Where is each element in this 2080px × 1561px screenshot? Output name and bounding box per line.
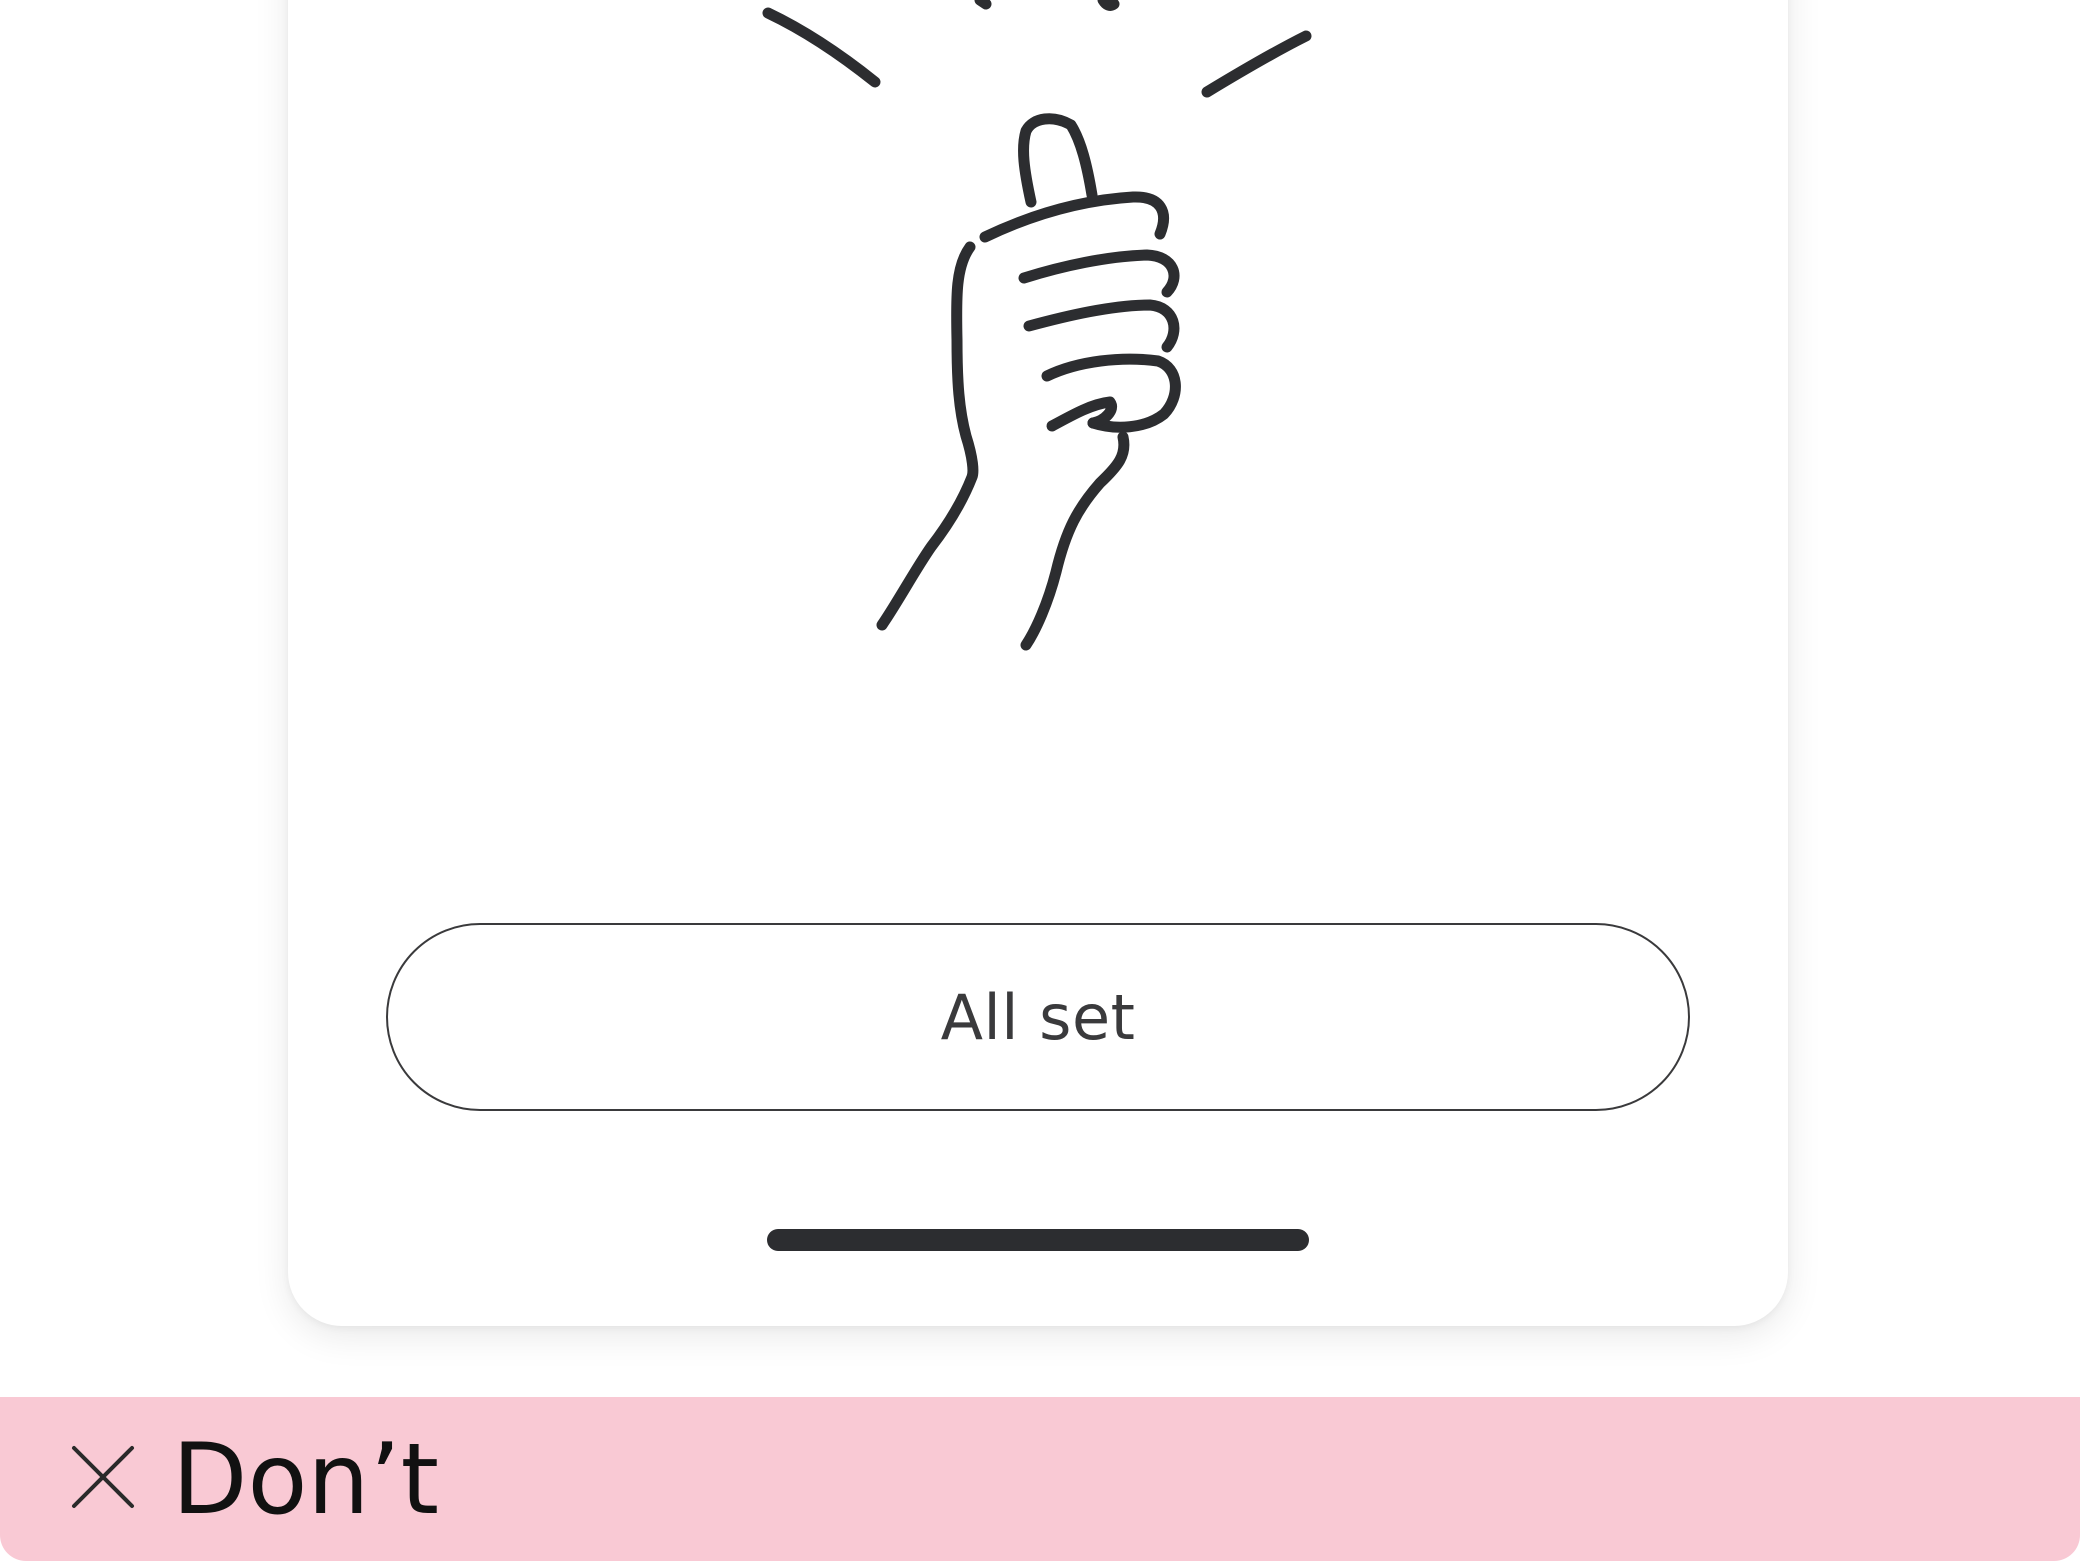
close-x-icon <box>72 1446 134 1508</box>
sparkle-line-left <box>762 7 881 88</box>
sparkle-dot-center <box>974 0 992 10</box>
home-indicator-bar[interactable] <box>767 1229 1309 1251</box>
all-set-button-label: All set <box>940 980 1136 1054</box>
thumbs-up-hand-icon <box>762 0 1312 651</box>
sparkle-line-right <box>1201 30 1312 98</box>
all-set-button[interactable]: All set <box>386 923 1690 1111</box>
dont-label: Don’t <box>172 1423 440 1537</box>
thumb-outline <box>1018 113 1098 208</box>
sparkle-dot-center-2 <box>1097 0 1120 11</box>
